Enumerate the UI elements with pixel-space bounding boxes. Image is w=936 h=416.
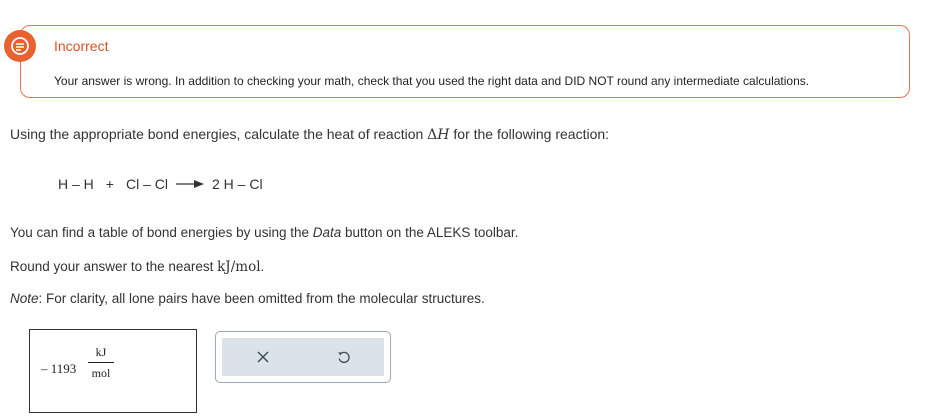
fraction-bar bbox=[88, 362, 114, 363]
reactant-chlorine: Cl – Cl bbox=[125, 176, 168, 192]
undo-button[interactable] bbox=[314, 342, 374, 372]
plus-sign: + bbox=[105, 176, 114, 192]
unit-numerator: kJ bbox=[95, 345, 107, 359]
prompt-after: for the following reaction: bbox=[449, 126, 610, 142]
product-hcl: 2 H – Cl bbox=[212, 176, 263, 192]
round-unit: kJ/mol bbox=[217, 259, 261, 275]
reaction-arrow-icon bbox=[176, 180, 204, 188]
unit-denominator: mol bbox=[91, 366, 111, 380]
answer-value[interactable]: – 1193 bbox=[41, 361, 76, 377]
feedback-title: Incorrect bbox=[54, 38, 109, 54]
feedback-message: Your answer is wrong. In addition to che… bbox=[54, 74, 810, 88]
delta-h-symbol: ΔH bbox=[427, 127, 450, 143]
answer-tools-bar bbox=[222, 338, 384, 376]
answer-tools-panel bbox=[215, 331, 391, 383]
reactant-hydrogen: H – H bbox=[58, 176, 94, 192]
reaction-equation: H – H + Cl – Cl 2 H – Cl bbox=[58, 176, 263, 192]
prompt-before: Using the appropriate bond energies, cal… bbox=[10, 126, 428, 142]
speech-bubble-icon bbox=[11, 37, 29, 55]
clear-button[interactable] bbox=[233, 342, 293, 372]
data-instruction: You can find a table of bond energies by… bbox=[10, 225, 519, 240]
note-label: Note bbox=[10, 291, 39, 306]
feedback-icon bbox=[4, 30, 36, 62]
note-instruction: Note: For clarity, all lone pairs have b… bbox=[10, 291, 485, 306]
answer-input-box[interactable]: – 1193 kJ mol bbox=[29, 329, 197, 413]
undo-icon bbox=[337, 351, 350, 363]
x-icon bbox=[257, 351, 268, 363]
data-word: Data bbox=[312, 225, 342, 240]
question-prompt: Using the appropriate bond energies, cal… bbox=[10, 126, 609, 143]
answer-unit-fraction: kJ mol bbox=[88, 344, 114, 381]
round-instruction: Round your answer to the nearest kJ/mol. bbox=[10, 259, 265, 275]
